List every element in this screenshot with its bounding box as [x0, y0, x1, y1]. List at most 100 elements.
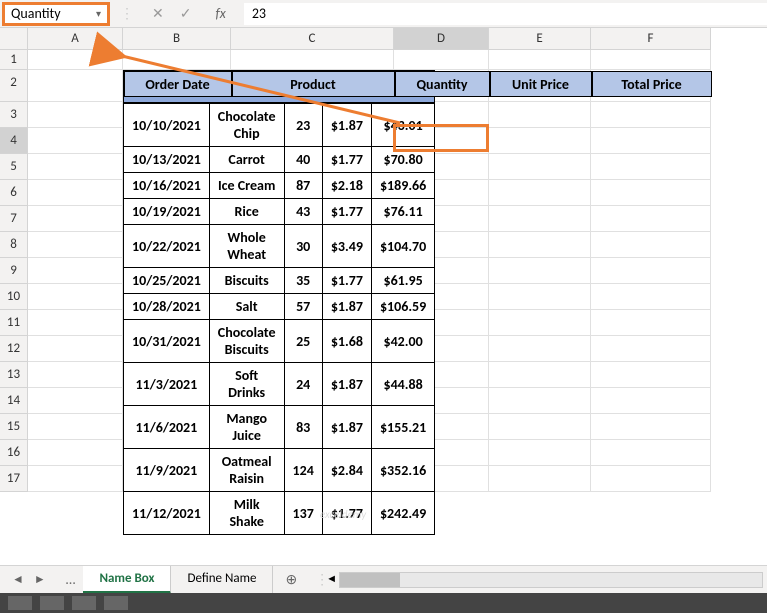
cell[interactable]	[489, 258, 591, 284]
cell[interactable]	[591, 154, 711, 180]
name-box-dropdown-icon[interactable]: ▾	[96, 7, 101, 20]
cell[interactable]	[28, 284, 123, 310]
cell[interactable]	[489, 336, 591, 362]
table-cell[interactable]: 23	[284, 104, 322, 147]
table-cell[interactable]: $61.95	[371, 268, 434, 294]
row-header[interactable]: 13	[0, 362, 27, 388]
table-cell[interactable]: Rice	[209, 199, 284, 225]
table-cell[interactable]: Ice Cream	[209, 173, 284, 199]
row-header[interactable]: 9	[0, 258, 27, 284]
row-header[interactable]: 16	[0, 440, 27, 466]
row-header[interactable]: 3	[0, 102, 27, 128]
tab-dots[interactable]: …	[66, 571, 76, 588]
column-header[interactable]: D	[394, 28, 489, 49]
table-cell[interactable]: 137	[284, 492, 322, 535]
select-all-button[interactable]	[0, 28, 28, 50]
cell[interactable]	[231, 50, 394, 70]
cell[interactable]	[591, 388, 711, 414]
row-header[interactable]: 1	[0, 50, 27, 70]
cell[interactable]	[28, 310, 123, 336]
row-header[interactable]: 17	[0, 466, 27, 492]
cell[interactable]	[28, 70, 123, 102]
table-cell[interactable]: 10/16/2021	[124, 173, 210, 199]
table-cell[interactable]: $43.01	[371, 104, 434, 147]
table-header-cell[interactable]: Unit Price	[490, 71, 592, 97]
row-header[interactable]: 4	[0, 128, 27, 154]
cell[interactable]	[28, 102, 123, 128]
table-cell[interactable]: 10/25/2021	[124, 268, 210, 294]
table-cell[interactable]: 25	[284, 320, 322, 363]
table-cell[interactable]: Carrot	[209, 147, 284, 173]
table-cell[interactable]: $70.80	[371, 147, 434, 173]
cell[interactable]	[28, 258, 123, 284]
table-cell[interactable]: 83	[284, 406, 322, 449]
table-header-cell[interactable]: Total Price	[592, 71, 712, 97]
cell[interactable]	[591, 284, 711, 310]
cell[interactable]	[123, 50, 231, 70]
cell[interactable]	[489, 102, 591, 128]
cell[interactable]	[28, 362, 123, 388]
column-header[interactable]: B	[123, 28, 231, 49]
table-cell[interactable]: Salt	[209, 294, 284, 320]
scroll-left-icon[interactable]: ◄	[326, 572, 337, 585]
table-cell[interactable]: $1.77	[322, 268, 371, 294]
cell[interactable]	[28, 440, 123, 466]
table-cell[interactable]: $1.87	[322, 104, 371, 147]
cell[interactable]	[489, 206, 591, 232]
cell[interactable]	[591, 206, 711, 232]
cell[interactable]	[28, 414, 123, 440]
row-header[interactable]: 12	[0, 336, 27, 362]
tab-last-icon[interactable]: ►	[34, 572, 46, 587]
cell[interactable]	[28, 336, 123, 362]
cell[interactable]	[394, 50, 489, 70]
table-cell[interactable]: $155.21	[371, 406, 434, 449]
cell[interactable]	[28, 466, 123, 492]
table-cell[interactable]: 10/28/2021	[124, 294, 210, 320]
table-cell[interactable]: $1.87	[322, 294, 371, 320]
table-cell[interactable]: $44.88	[371, 363, 434, 406]
row-header[interactable]: 10	[0, 284, 27, 310]
row-header[interactable]: 7	[0, 206, 27, 232]
row-header[interactable]: 5	[0, 154, 27, 180]
cell[interactable]	[489, 362, 591, 388]
cell[interactable]	[28, 128, 123, 154]
cell[interactable]	[489, 50, 591, 70]
table-cell[interactable]: 87	[284, 173, 322, 199]
formula-input[interactable]: 23	[244, 3, 767, 25]
cell[interactable]	[28, 180, 123, 206]
cancel-icon[interactable]: ✕	[152, 5, 164, 22]
cell[interactable]	[489, 128, 591, 154]
table-cell[interactable]: 11/9/2021	[124, 449, 210, 492]
column-header[interactable]: C	[231, 28, 394, 49]
cell[interactable]	[591, 50, 711, 70]
row-header[interactable]: 11	[0, 310, 27, 336]
cell[interactable]	[489, 232, 591, 258]
cell[interactable]	[591, 362, 711, 388]
table-header-cell[interactable]: Quantity	[395, 71, 490, 97]
table-cell[interactable]: 57	[284, 294, 322, 320]
table-cell[interactable]: Whole Wheat	[209, 225, 284, 268]
cell[interactable]	[489, 466, 591, 492]
table-cell[interactable]: Mango Juice	[209, 406, 284, 449]
cell[interactable]	[591, 102, 711, 128]
cell[interactable]	[28, 232, 123, 258]
row-header[interactable]: 2	[0, 70, 27, 102]
table-cell[interactable]: $1.77	[322, 199, 371, 225]
cell[interactable]	[591, 258, 711, 284]
cell[interactable]	[591, 336, 711, 362]
table-cell[interactable]: $104.70	[371, 225, 434, 268]
table-cell[interactable]: 43	[284, 199, 322, 225]
enter-icon[interactable]: ✓	[180, 5, 192, 22]
table-cell[interactable]: $1.87	[322, 363, 371, 406]
cell[interactable]	[591, 310, 711, 336]
table-cell[interactable]: 10/13/2021	[124, 147, 210, 173]
table-cell[interactable]: $76.11	[371, 199, 434, 225]
name-box[interactable]: Quantity ▾	[2, 2, 110, 26]
table-cell[interactable]: 11/6/2021	[124, 406, 210, 449]
cell[interactable]	[489, 414, 591, 440]
column-header[interactable]: A	[28, 28, 123, 49]
table-cell[interactable]: $2.18	[322, 173, 371, 199]
row-header[interactable]: 6	[0, 180, 27, 206]
table-cell[interactable]: 40	[284, 147, 322, 173]
table-cell[interactable]: Milk Shake	[209, 492, 284, 535]
